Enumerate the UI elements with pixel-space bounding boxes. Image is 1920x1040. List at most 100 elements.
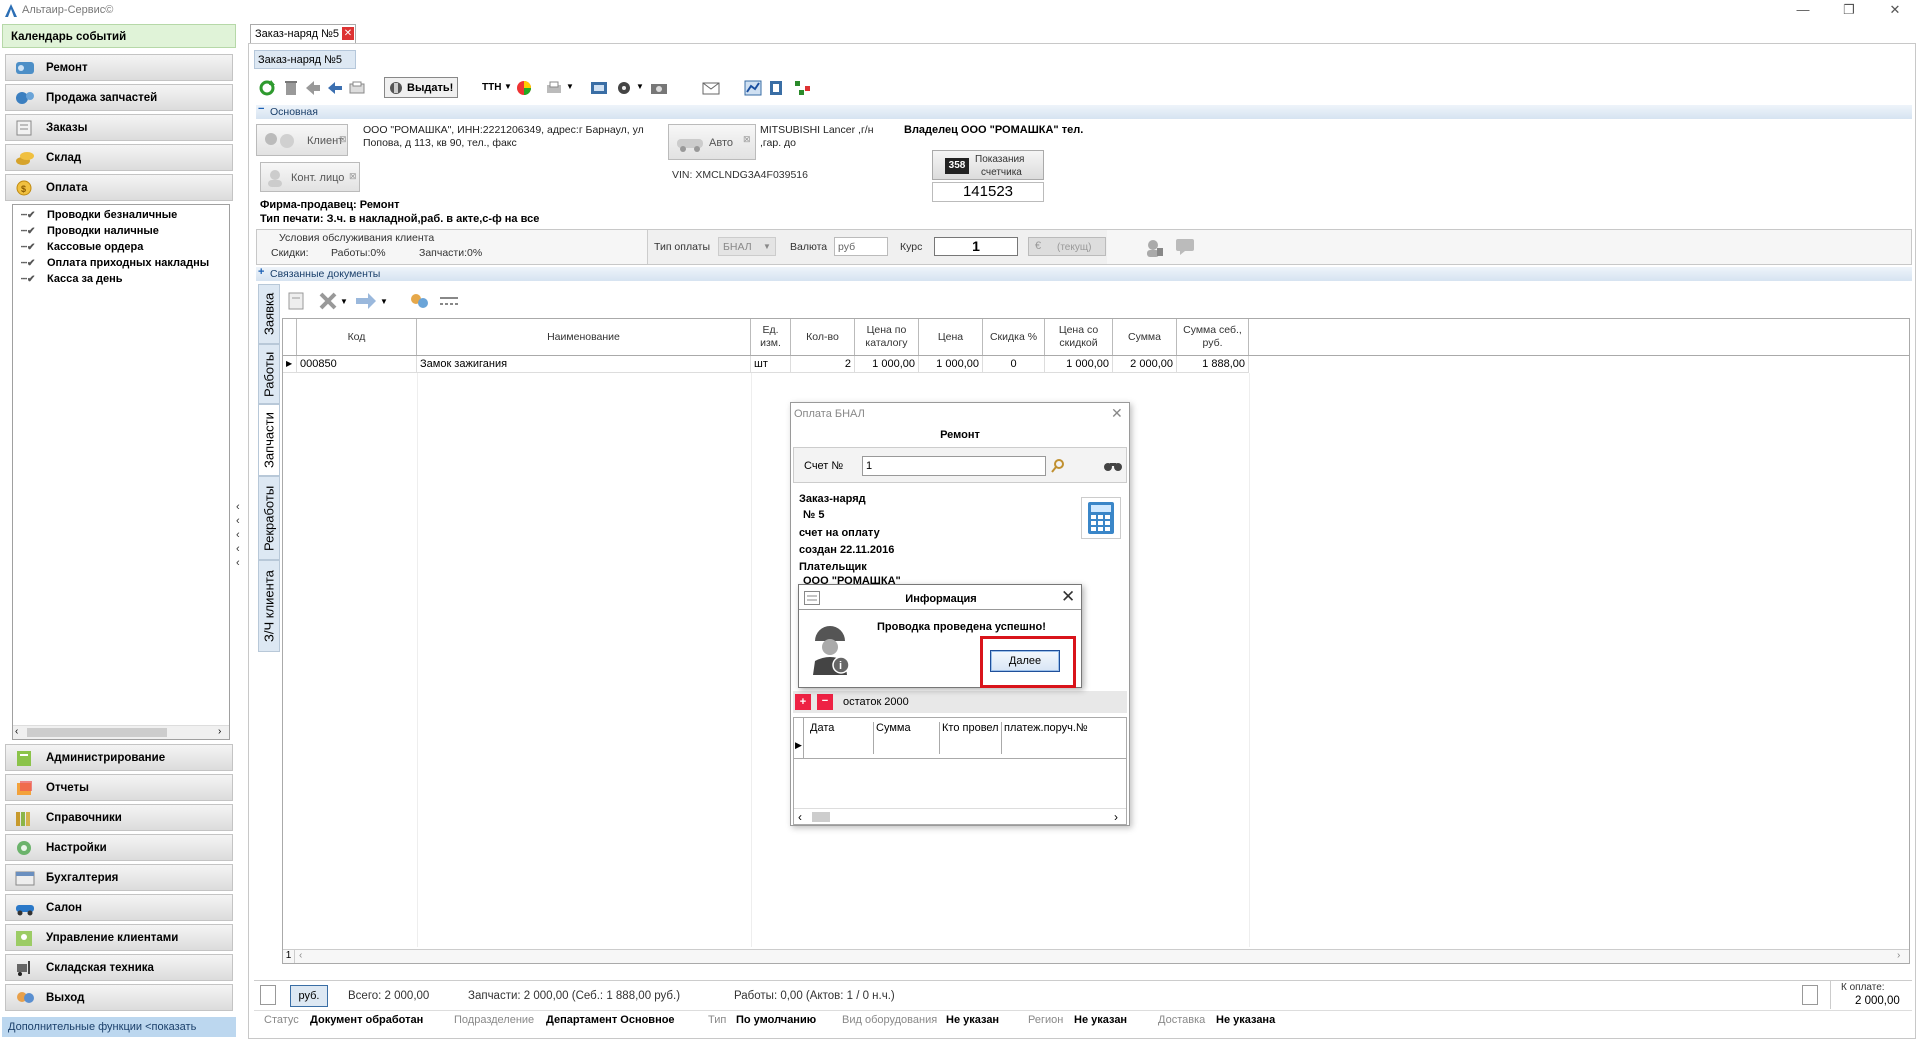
doc-tab[interactable]: Заказ-наряд №5 ✕ xyxy=(250,24,356,43)
film-icon[interactable] xyxy=(590,80,608,96)
contact-person-button[interactable]: Конт. лицо ⊠ xyxy=(260,162,360,192)
camera-icon[interactable] xyxy=(650,80,668,96)
add-payment-icon[interactable]: + xyxy=(795,694,811,710)
nav-payment[interactable]: $ Оплата xyxy=(5,174,233,201)
close-window-button[interactable]: ✕ xyxy=(1872,0,1918,22)
dropdown-arrow-icon[interactable]: ▼ xyxy=(566,82,574,91)
scroll-left-icon[interactable]: ‹ xyxy=(299,950,302,961)
add-row-icon[interactable] xyxy=(286,291,306,311)
binoculars-icon[interactable] xyxy=(1102,458,1124,474)
scroll-left-icon[interactable]: ‹ xyxy=(798,810,802,824)
print-icon[interactable] xyxy=(546,80,564,96)
nav-warehouse[interactable]: Склад xyxy=(5,144,233,171)
user-lock-icon[interactable] xyxy=(1145,238,1165,258)
col-name[interactable]: Наименование xyxy=(417,319,751,355)
move-icon[interactable] xyxy=(354,291,378,311)
dropdown-arrow-icon[interactable]: ▼ xyxy=(504,82,512,91)
close-tab-icon[interactable]: ✕ xyxy=(342,27,354,40)
nav-warehouse-equipment[interactable]: Складская техника xyxy=(5,954,233,981)
col-qty[interactable]: Кол-во xyxy=(791,319,855,355)
account-input[interactable]: 1 xyxy=(862,456,1046,476)
scroll-right-icon[interactable]: › xyxy=(1897,950,1900,961)
currency-button[interactable]: руб. xyxy=(290,985,328,1007)
print-preview-icon[interactable] xyxy=(348,79,366,97)
split-icon[interactable] xyxy=(438,293,460,309)
tree-item[interactable]: ┈✔ Кассовые ордера xyxy=(21,241,143,253)
nav-settings[interactable]: Настройки xyxy=(5,834,233,861)
section-related-bar[interactable]: + Связанные документы xyxy=(256,266,1912,281)
rate-field[interactable]: 1 xyxy=(934,237,1018,256)
dropdown-arrow-icon[interactable]: ▼ xyxy=(340,297,348,306)
calculator-icon[interactable] xyxy=(1081,497,1121,539)
pay-type-select[interactable]: БНАЛ ▼ xyxy=(718,237,776,256)
export-icon[interactable] xyxy=(768,80,786,96)
color-circle-icon[interactable] xyxy=(516,80,532,96)
tree-item[interactable]: ┈✔ Оплата приходных накладны xyxy=(21,257,209,269)
search-icon[interactable] xyxy=(1050,458,1066,474)
nav-exit[interactable]: Выход xyxy=(5,984,233,1011)
section-main-bar[interactable]: − Основная xyxy=(256,103,1912,119)
current-rate-button[interactable]: € (текущ) xyxy=(1028,237,1106,256)
currency-field[interactable]: руб xyxy=(834,237,888,256)
col-payment-order[interactable]: платеж.поруч.№ xyxy=(1004,722,1088,734)
document-icon[interactable] xyxy=(260,985,276,1005)
col-code[interactable]: Код xyxy=(297,319,417,355)
clear-contact-icon[interactable]: ⊠ xyxy=(349,171,357,182)
extra-functions-link[interactable]: Дополнительные функции <показать xyxy=(2,1017,236,1037)
expand-icon[interactable]: + xyxy=(258,266,264,278)
tree-scrollbar[interactable]: ‹ › xyxy=(13,725,229,739)
scroll-left-icon[interactable]: ‹ xyxy=(15,726,18,737)
collapse-sidebar-handle[interactable]: ‹ ‹ ‹ ‹ ‹ xyxy=(236,500,246,569)
scroll-thumb[interactable] xyxy=(27,728,167,737)
nav-admin[interactable]: Администрирование xyxy=(5,744,233,771)
chevron-down-icon[interactable]: ▼ xyxy=(763,242,771,251)
nav-orders[interactable]: Заказы xyxy=(5,114,233,141)
tab-client-parts[interactable]: З/Ч клиента xyxy=(258,560,280,652)
nav-salon[interactable]: Салон xyxy=(5,894,233,921)
collapse-icon[interactable]: − xyxy=(258,103,264,115)
scroll-right-icon[interactable]: › xyxy=(1114,810,1118,824)
tools-icon[interactable] xyxy=(616,80,634,96)
col-date[interactable]: Дата xyxy=(810,722,874,754)
clear-auto-icon[interactable]: ⊠ xyxy=(743,134,751,145)
minimize-button[interactable]: — xyxy=(1780,0,1826,22)
tree-item[interactable]: ┈✔ Касса за день xyxy=(21,273,123,285)
info-close-icon[interactable]: ✕ xyxy=(1061,587,1075,607)
tab-parts[interactable]: Запчасти xyxy=(258,404,280,476)
tree-item[interactable]: ┈✔ Проводки наличные xyxy=(21,225,159,237)
scroll-right-icon[interactable]: › xyxy=(218,726,221,737)
clear-client-icon[interactable]: ⊠ xyxy=(339,134,347,145)
dialog-hscroll[interactable]: ‹ › xyxy=(794,808,1126,824)
scroll-thumb[interactable] xyxy=(812,812,830,822)
col-discounted-price[interactable]: Цена со скидкой xyxy=(1045,319,1113,355)
sub-tab[interactable]: Заказ-наряд №5 xyxy=(254,50,356,69)
refresh-icon[interactable] xyxy=(258,79,276,97)
tree-item[interactable]: ┈✔ Проводки безналичные xyxy=(21,209,177,221)
tree-structure-icon[interactable] xyxy=(794,80,812,96)
issue-button[interactable]: Выдать! xyxy=(384,77,458,98)
tab-rec-works[interactable]: Рекработы xyxy=(258,476,280,560)
nav-directories[interactable]: Справочники xyxy=(5,804,233,831)
mail-icon[interactable] xyxy=(702,80,720,96)
col-sum[interactable]: Сумма xyxy=(1113,319,1177,355)
col-who[interactable]: Кто провел xyxy=(942,722,1002,754)
nav-parts-sale[interactable]: Продажа запчастей xyxy=(5,84,233,111)
col-catalog-price[interactable]: Цена по каталогу xyxy=(855,319,919,355)
dropdown-arrow-icon[interactable]: ▼ xyxy=(380,297,388,306)
meter-button[interactable]: 358 Показания счетчика xyxy=(932,150,1044,180)
table-row[interactable]: ▶ 000850 Замок зажигания шт 2 1 000,00 1… xyxy=(283,356,1249,373)
col-amount[interactable]: Сумма xyxy=(876,722,940,754)
col-cost-sum[interactable]: Сумма себ., руб. xyxy=(1177,319,1249,355)
restore-button[interactable]: ❐ xyxy=(1826,0,1872,22)
tab-works[interactable]: Работы xyxy=(258,344,280,404)
nav-accounting[interactable]: Бухгалтерия xyxy=(5,864,233,891)
dropdown-arrow-icon[interactable]: ▼ xyxy=(636,82,644,91)
back-icon[interactable] xyxy=(326,79,344,97)
tab-request[interactable]: Заявка xyxy=(258,284,280,344)
ttn-button[interactable]: ТТН xyxy=(482,82,501,93)
remove-row-icon[interactable] xyxy=(318,291,338,311)
delete-icon[interactable] xyxy=(282,79,300,97)
col-unit[interactable]: Ед. изм. xyxy=(751,319,791,355)
calendar-header[interactable]: Календарь событий xyxy=(2,24,236,48)
col-price[interactable]: Цена xyxy=(919,319,983,355)
